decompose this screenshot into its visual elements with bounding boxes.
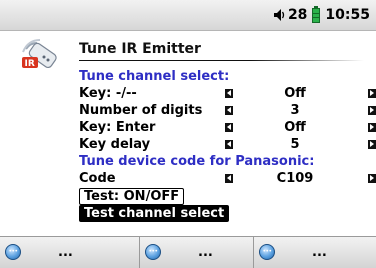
- setting-row-key-enter[interactable]: Key: Enter Off: [79, 119, 376, 136]
- right-arrow-icon[interactable]: [368, 140, 376, 149]
- left-arrow-icon[interactable]: [225, 174, 233, 183]
- softkey-middle[interactable]: ...: [139, 237, 263, 268]
- softkey-dot-icon: [259, 244, 275, 260]
- softkey-label: ...: [198, 245, 213, 260]
- right-arrow-icon[interactable]: [368, 123, 376, 132]
- setting-row-key-dash[interactable]: Key: -/-- Off: [79, 85, 376, 102]
- left-arrow-icon[interactable]: [225, 140, 233, 149]
- softkey-label: ...: [312, 245, 327, 260]
- left-arrow-icon[interactable]: [225, 123, 233, 132]
- setting-value: 3: [290, 103, 300, 118]
- button-row-test-channel: Test channel select: [79, 204, 376, 222]
- setting-label: Key: -/--: [79, 86, 137, 101]
- setting-label: Key delay: [79, 137, 151, 152]
- title-divider: [79, 60, 364, 61]
- status-bar: 28 10:55: [0, 0, 376, 31]
- svg-text:IR: IR: [25, 59, 35, 69]
- setting-label: Code: [79, 171, 116, 186]
- softkey-left[interactable]: ...: [0, 237, 123, 268]
- right-arrow-icon[interactable]: [368, 106, 376, 115]
- battery-icon: [312, 5, 321, 23]
- test-onoff-button[interactable]: Test: ON/OFF: [79, 188, 185, 205]
- setting-value: Off: [284, 120, 306, 135]
- softkey-bar: ... ... ...: [0, 236, 376, 268]
- softkey-right[interactable]: ...: [253, 237, 376, 268]
- setting-row-number-of-digits[interactable]: Number of digits 3: [79, 102, 376, 119]
- setting-label: Key: Enter: [79, 120, 156, 135]
- setting-row-code[interactable]: Code C109: [79, 170, 376, 187]
- button-row-test-onoff: Test: ON/OFF: [79, 187, 376, 205]
- section-heading-label: Tune device code for Panasonic:: [79, 154, 315, 169]
- section-heading-label: Tune channel select:: [79, 69, 230, 84]
- section-heading-channel: Tune channel select:: [79, 68, 376, 85]
- setting-value: 5: [290, 137, 300, 152]
- ir-remote-icon: IR: [20, 39, 60, 75]
- softkey-label: ...: [58, 245, 73, 260]
- left-arrow-icon[interactable]: [225, 106, 233, 115]
- status-indicators: 28 10:55: [273, 5, 370, 24]
- softkey-dot-icon: [145, 244, 161, 260]
- setting-value: C109: [276, 171, 314, 186]
- setting-row-key-delay[interactable]: Key delay 5: [79, 136, 376, 153]
- volume-level: 28: [287, 7, 308, 23]
- right-arrow-icon[interactable]: [368, 89, 376, 98]
- right-arrow-icon[interactable]: [368, 174, 376, 183]
- left-arrow-icon[interactable]: [225, 89, 233, 98]
- test-channel-select-button[interactable]: Test channel select: [79, 205, 230, 222]
- settings-list: Tune channel select: Key: -/-- Off Numbe…: [79, 68, 376, 222]
- page-title: Tune IR Emitter: [79, 41, 201, 57]
- clock: 10:55: [325, 7, 370, 23]
- main-panel: IR Tune IR Emitter Tune channel select: …: [0, 31, 376, 236]
- speaker-icon: [273, 8, 285, 22]
- softkey-dot-icon: [5, 244, 21, 260]
- setting-label: Number of digits: [79, 103, 203, 118]
- section-heading-device-code: Tune device code for Panasonic:: [79, 153, 376, 170]
- setting-value: Off: [284, 86, 306, 101]
